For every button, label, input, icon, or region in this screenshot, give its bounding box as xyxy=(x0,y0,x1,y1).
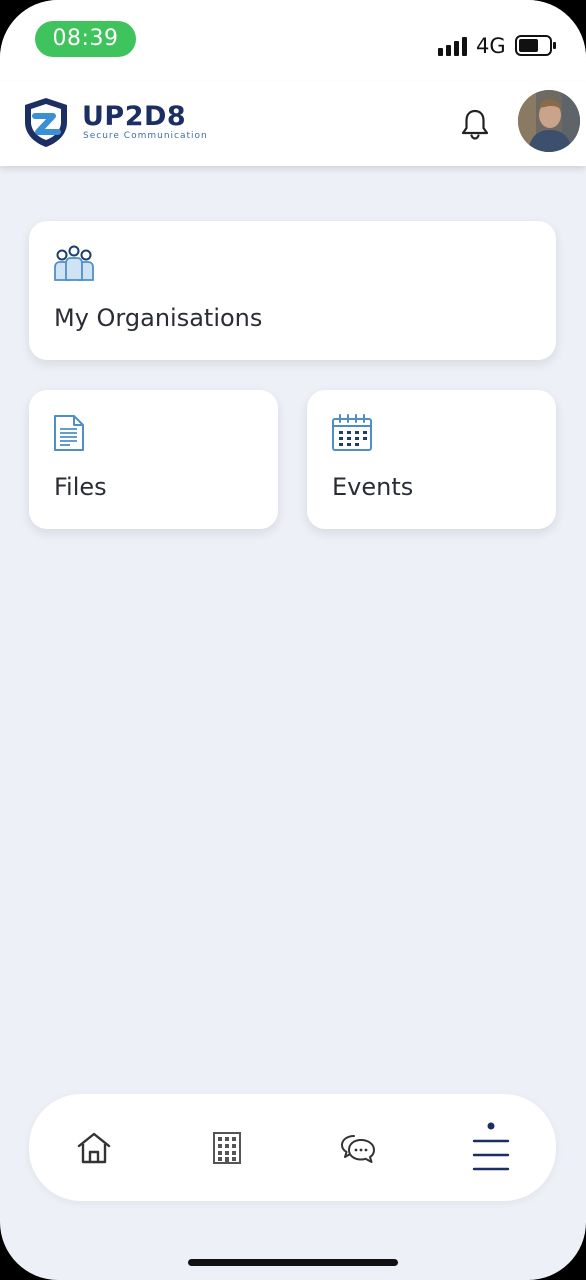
battery-icon xyxy=(515,35,556,56)
status-bar: 08:39 4G xyxy=(0,0,586,82)
events-card[interactable]: Events xyxy=(307,390,556,529)
bottom-navigation xyxy=(29,1094,556,1201)
network-type: 4G xyxy=(476,34,506,58)
bell-icon[interactable] xyxy=(460,108,490,140)
status-time: 08:39 xyxy=(35,21,136,57)
home-icon xyxy=(77,1132,111,1163)
user-photo-icon xyxy=(518,90,580,152)
nav-menu-button[interactable] xyxy=(451,1094,531,1201)
avatar[interactable] xyxy=(518,90,580,152)
nav-chat-button[interactable] xyxy=(318,1094,398,1201)
chat-bubbles-icon xyxy=(341,1134,375,1163)
menu-icon xyxy=(472,1122,510,1170)
nav-home-button[interactable] xyxy=(54,1094,134,1201)
app-header: UP2D8 Secure Communication xyxy=(0,82,586,166)
files-label: Files xyxy=(54,473,107,501)
brand-tagline: Secure Communication xyxy=(83,131,208,141)
document-icon xyxy=(54,415,84,451)
calendar-icon xyxy=(332,414,372,451)
nav-organisation-button[interactable] xyxy=(187,1094,267,1201)
app-screen: 08:39 4G UP2D8 Secure Communication My O… xyxy=(0,0,586,1280)
shield-logo-icon xyxy=(25,98,67,147)
people-group-icon xyxy=(54,245,94,281)
files-card[interactable]: Files xyxy=(29,390,278,529)
brand-name: UP2D8 xyxy=(82,101,187,132)
building-icon xyxy=(213,1131,241,1164)
events-label: Events xyxy=(332,473,414,501)
my-organisations-label: My Organisations xyxy=(54,304,263,332)
home-indicator xyxy=(188,1259,398,1266)
signal-strength-icon xyxy=(438,37,467,56)
my-organisations-card[interactable]: My Organisations xyxy=(29,221,556,360)
